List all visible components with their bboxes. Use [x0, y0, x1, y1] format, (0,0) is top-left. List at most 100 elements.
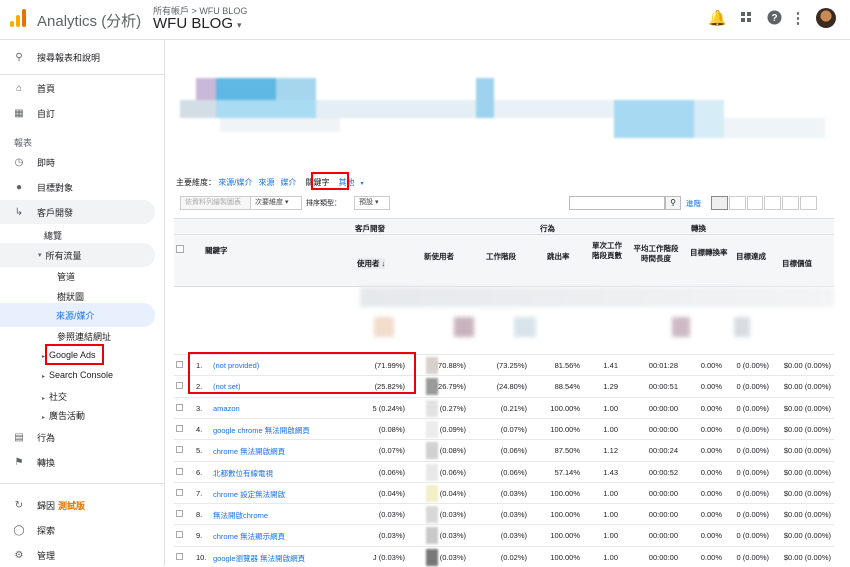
- sidebar-item-realtime[interactable]: ◷ 即時: [0, 150, 160, 174]
- keyword-link[interactable]: 無法開啟chrome: [213, 510, 268, 521]
- sidebar-item-campaigns[interactable]: ▸ 廣告活動: [42, 409, 85, 422]
- col-goal-value[interactable]: 目標價值: [782, 258, 812, 269]
- col-new-users[interactable]: 新使用者: [424, 251, 454, 262]
- more-vert-icon[interactable]: ⋮: [789, 10, 807, 28]
- sidebar-item-channels[interactable]: 管道: [57, 270, 75, 283]
- row-checkbox[interactable]: [176, 403, 183, 411]
- col-keyword[interactable]: 關鍵字: [205, 245, 228, 256]
- sidebar-item-acquisition[interactable]: ↳ 客戶開發: [0, 200, 155, 224]
- cell-sess: (0.21%): [500, 403, 527, 413]
- gear-icon: ⚙: [14, 549, 24, 561]
- row-checkbox[interactable]: [176, 424, 183, 432]
- cell-dur: 00:00:00: [648, 424, 678, 434]
- row-checkbox[interactable]: [176, 382, 183, 390]
- row-checkbox[interactable]: [176, 488, 183, 496]
- sidebar-item-label: 首頁: [37, 83, 56, 94]
- col-sessions[interactable]: 工作階段: [486, 251, 516, 262]
- select-all-checkbox[interactable]: [176, 245, 184, 253]
- chevron-down-icon: ▾: [360, 181, 364, 187]
- cell-dur: 00:00:00: [648, 488, 678, 498]
- sort-type-dropdown[interactable]: 預設 ▾: [354, 196, 390, 210]
- group-conversions: 轉換: [691, 224, 706, 233]
- totals-row: [174, 286, 834, 356]
- row-checkbox[interactable]: [176, 446, 183, 454]
- term-cloud-view-icon[interactable]: [782, 196, 800, 210]
- table-row: 5. chrome 無法開啟網頁 (0.07%) (0.08%) (0.06%) 87.5…: [174, 439, 834, 460]
- pie-view-icon[interactable]: [728, 196, 746, 210]
- dimension-medium[interactable]: 媒介: [280, 178, 296, 187]
- sidebar-item-overview[interactable]: 總覽: [44, 229, 62, 242]
- table-search-input[interactable]: [569, 196, 665, 210]
- performance-view-icon[interactable]: [746, 196, 764, 210]
- cell-pps: 1.00: [603, 531, 618, 541]
- row-checkbox[interactable]: [176, 531, 183, 539]
- sidebar-item-google-ads[interactable]: ▸ Google Ads: [42, 350, 96, 360]
- account-selector[interactable]: WFU BLOG ▾: [153, 15, 242, 32]
- cell-newu: (70.88%): [435, 361, 466, 370]
- row-checkbox[interactable]: [176, 361, 183, 368]
- cell-cr: 0.00%: [700, 382, 722, 392]
- keyword-link[interactable]: amazon: [213, 404, 240, 413]
- keyword-link[interactable]: 北都數位有線電視: [213, 468, 273, 479]
- cell-bounce: 100.00%: [550, 424, 580, 434]
- col-bounce-rate[interactable]: 跳出率: [547, 251, 570, 262]
- col-label: 使用者: [357, 259, 380, 268]
- cell-bounce: 88.54%: [554, 382, 580, 392]
- keyword-link[interactable]: chrome 設定無法開啟: [213, 489, 285, 500]
- cell-pps: 1.12: [603, 446, 618, 456]
- cell-cr: 0.00%: [700, 446, 722, 456]
- sidebar-item-all-traffic[interactable]: ▾ 所有流量: [0, 243, 155, 267]
- comparison-view-icon[interactable]: [764, 196, 782, 210]
- sidebar-item-attribution[interactable]: ↻ 歸因 測試版: [0, 493, 160, 517]
- sidebar-item-label: 行為: [37, 432, 56, 443]
- col-goal-completions[interactable]: 目標達成: [736, 251, 766, 262]
- sidebar-item-custom[interactable]: ▦ 自訂: [0, 101, 160, 125]
- row-checkbox[interactable]: [176, 552, 183, 560]
- cell-users: (0.03%): [378, 531, 405, 541]
- sidebar-item-referrals[interactable]: 參照連結網址: [57, 330, 111, 343]
- sidebar-item-search-console[interactable]: ▸ Search Console: [42, 370, 113, 380]
- sidebar-item-discover[interactable]: ◯ 探索: [0, 518, 160, 542]
- cell-newu: (0.27%): [439, 403, 466, 413]
- keyword-link[interactable]: chrome 無法開啟網頁: [213, 446, 285, 457]
- bell-icon[interactable]: 🔔: [708, 10, 727, 28]
- search-icon[interactable]: ⚲: [665, 196, 681, 210]
- sidebar-item-social[interactable]: ▸ 社交: [42, 390, 67, 403]
- sidebar-item-admin[interactable]: ⚙ 管理: [0, 543, 160, 567]
- table-row: 3. amazon 5 (0.24%) (0.27%) (0.21%) 100.00% 1.…: [174, 396, 834, 418]
- col-users[interactable]: 使用者 ↓: [357, 258, 386, 269]
- sidebar-item-home[interactable]: ⌂ 首頁: [0, 76, 160, 100]
- help-icon[interactable]: ?: [765, 10, 783, 28]
- apps-icon[interactable]: [737, 10, 755, 28]
- cell-bounce: 81.56%: [554, 361, 580, 370]
- cell-users: (0.08%): [378, 424, 405, 434]
- blurred-block: [426, 548, 438, 566]
- keyword-link[interactable]: google chrome 無法開啟網頁: [213, 425, 310, 436]
- keyword-link[interactable]: google瀏覽器 無法開啟網頁: [213, 553, 305, 564]
- sidebar-item-audience[interactable]: ● 目標對象: [0, 175, 160, 199]
- cell-users: J (0.03%): [372, 552, 405, 562]
- cell-newu: (0.04%): [439, 488, 466, 498]
- sidebar-item-treemap[interactable]: 樹狀圖: [57, 290, 84, 303]
- dimension-source[interactable]: 來源: [258, 178, 274, 187]
- col-goal-conversion-rate[interactable]: 目標轉換率: [690, 248, 728, 258]
- cell-dur: 00:00:00: [648, 552, 678, 562]
- sidebar-item-behavior[interactable]: ▤ 行為: [0, 425, 160, 449]
- advanced-link[interactable]: 進階: [686, 198, 701, 209]
- cell-bounce: 57.14%: [554, 467, 580, 477]
- row-checkbox[interactable]: [176, 510, 183, 518]
- sidebar-item-source-medium[interactable]: 來源/媒介: [0, 303, 155, 327]
- keyword-link[interactable]: chrome 無法顯示網頁: [213, 531, 285, 542]
- sidebar-item-label: Google Ads: [49, 350, 96, 360]
- secondary-dimension-dropdown[interactable]: 次要維度 ▾: [250, 196, 302, 210]
- avatar[interactable]: [816, 8, 836, 28]
- dimension-source-medium[interactable]: 來源/媒介: [218, 178, 252, 187]
- cell-users: (0.03%): [378, 510, 405, 520]
- col-avg-session-duration[interactable]: 平均工作階段時間長度: [631, 244, 681, 264]
- sidebar-search[interactable]: ⚲ 搜尋報表和說明: [0, 45, 160, 69]
- pivot-view-icon[interactable]: [800, 196, 817, 210]
- sidebar-item-conversions[interactable]: ⚑ 轉換: [0, 450, 160, 474]
- table-view-icon[interactable]: [711, 196, 728, 210]
- col-pages-per-session[interactable]: 單次工作階段頁數: [592, 241, 622, 261]
- row-checkbox[interactable]: [176, 467, 183, 475]
